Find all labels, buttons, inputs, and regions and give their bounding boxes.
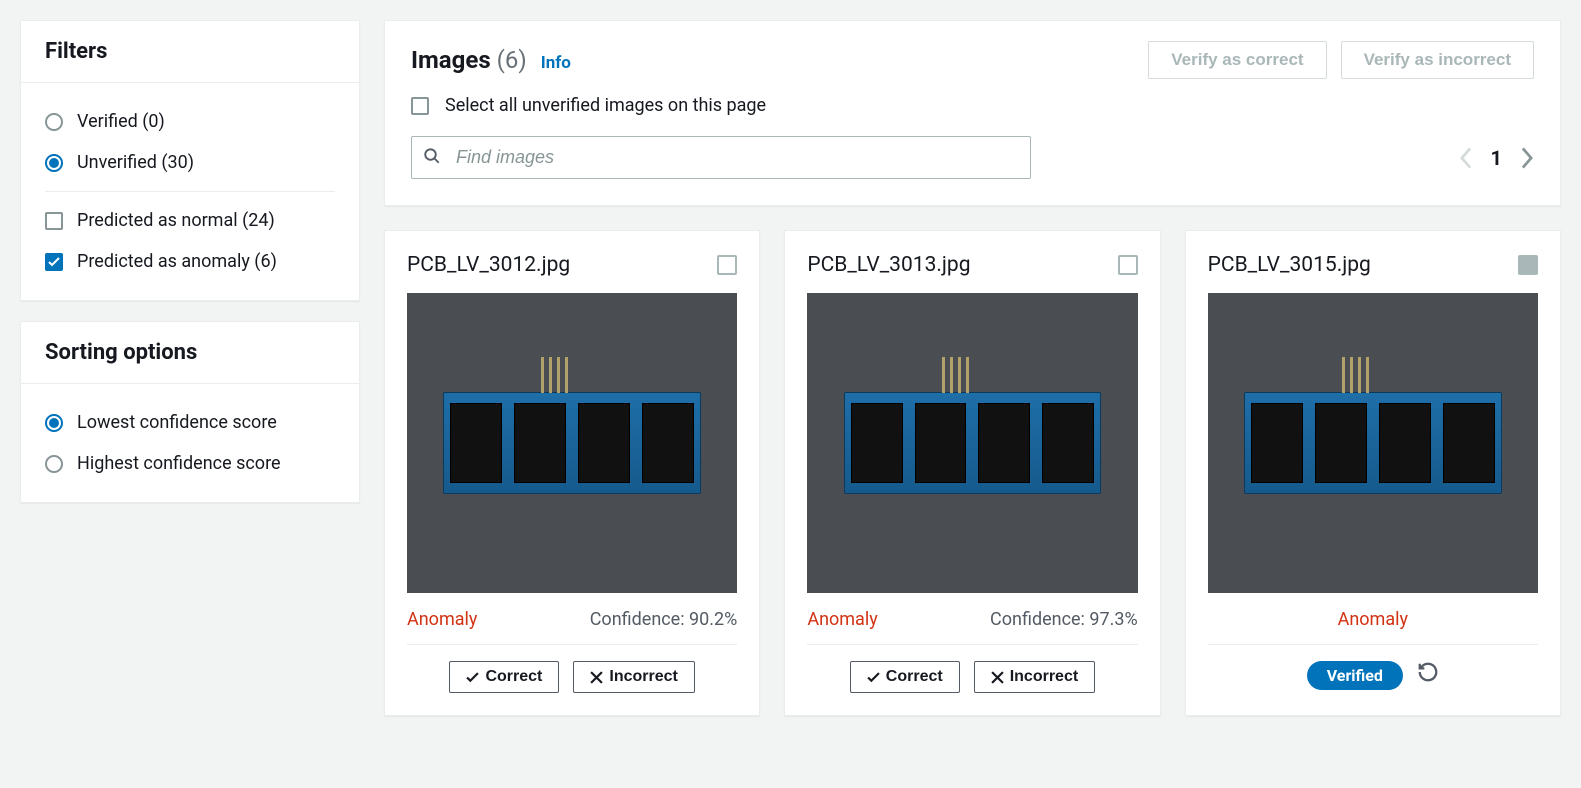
image-filename: PCB_LV_3015.jpg — [1208, 253, 1371, 277]
undo-button[interactable] — [1417, 661, 1439, 690]
filter-verified[interactable]: Verified (0) — [45, 101, 335, 142]
x-icon — [590, 671, 603, 684]
filter-predicted-anomaly[interactable]: Predicted as anomaly (6) — [45, 241, 335, 282]
sort-highest[interactable]: Highest confidence score — [45, 443, 335, 484]
pagination: 1 — [1459, 146, 1534, 170]
verify-incorrect-button[interactable]: Verify as incorrect — [1341, 41, 1534, 79]
sorting-title: Sorting options — [21, 322, 359, 384]
image-card: PCB_LV_3012.jpg Anomaly Confidence: 90.2… — [384, 230, 760, 716]
prev-page-button[interactable] — [1459, 147, 1473, 169]
image-select-checkbox-disabled — [1518, 255, 1538, 275]
verified-badge: Verified — [1307, 661, 1403, 690]
image-select-checkbox[interactable] — [717, 255, 737, 275]
mark-incorrect-button[interactable]: Incorrect — [573, 661, 694, 693]
image-cards: PCB_LV_3012.jpg Anomaly Confidence: 90.2… — [384, 230, 1561, 716]
radio-selected-icon — [45, 154, 63, 172]
mark-incorrect-label: Incorrect — [1010, 668, 1078, 686]
x-icon — [991, 671, 1004, 684]
filter-unverified-label: Unverified (30) — [77, 152, 194, 173]
filter-verified-label: Verified (0) — [77, 111, 165, 132]
radio-icon — [45, 113, 63, 131]
undo-icon — [1417, 661, 1439, 683]
image-filename: PCB_LV_3013.jpg — [807, 253, 970, 277]
checkbox-icon — [411, 97, 429, 115]
filters-panel: Filters Verified (0) Unverified (30) Pre… — [20, 20, 360, 301]
filter-predicted-normal[interactable]: Predicted as normal (24) — [45, 200, 335, 241]
search-icon — [423, 147, 441, 169]
sort-lowest[interactable]: Lowest confidence score — [45, 402, 335, 443]
verify-correct-button[interactable]: Verify as correct — [1148, 41, 1326, 79]
image-thumbnail[interactable] — [407, 293, 737, 593]
images-title-text: Images — [411, 46, 491, 74]
search-input[interactable] — [411, 136, 1031, 179]
image-card: PCB_LV_3015.jpg Anomaly Verified — [1185, 230, 1561, 716]
check-icon — [867, 671, 880, 684]
select-all-label: Select all unverified images on this pag… — [445, 95, 766, 116]
radio-selected-icon — [45, 414, 63, 432]
select-all-row[interactable]: Select all unverified images on this pag… — [411, 95, 1534, 116]
sorting-panel: Sorting options Lowest confidence score … — [20, 321, 360, 503]
images-title: Images (6) Info — [411, 46, 571, 74]
image-card: PCB_LV_3013.jpg Anomaly Confidence: 97.3… — [784, 230, 1160, 716]
page-number: 1 — [1491, 146, 1502, 170]
mark-correct-button[interactable]: Correct — [850, 661, 960, 693]
filter-predicted-normal-label: Predicted as normal (24) — [77, 210, 275, 231]
check-icon — [466, 671, 479, 684]
image-filename: PCB_LV_3012.jpg — [407, 253, 570, 277]
image-confidence: Confidence: 97.3% — [990, 609, 1138, 630]
mark-incorrect-label: Incorrect — [609, 668, 677, 686]
mark-correct-label: Correct — [886, 668, 943, 686]
images-header-panel: Images (6) Info Verify as correct Verify… — [384, 20, 1561, 206]
info-link[interactable]: Info — [541, 53, 571, 73]
filters-title: Filters — [21, 21, 359, 83]
images-count: (6) — [497, 46, 527, 74]
sort-lowest-label: Lowest confidence score — [77, 412, 277, 433]
radio-icon — [45, 455, 63, 473]
checkbox-checked-icon — [45, 253, 63, 271]
image-thumbnail[interactable] — [1208, 293, 1538, 593]
checkbox-icon — [45, 212, 63, 230]
image-status: Anomaly — [407, 609, 477, 630]
divider — [45, 191, 335, 192]
sort-highest-label: Highest confidence score — [77, 453, 281, 474]
mark-correct-label: Correct — [485, 668, 542, 686]
next-page-button[interactable] — [1520, 147, 1534, 169]
image-status: Anomaly — [807, 609, 877, 630]
filter-unverified[interactable]: Unverified (30) — [45, 142, 335, 183]
image-select-checkbox[interactable] — [1118, 255, 1138, 275]
image-status: Anomaly — [1338, 609, 1408, 630]
filter-predicted-anomaly-label: Predicted as anomaly (6) — [77, 251, 277, 272]
image-thumbnail[interactable] — [807, 293, 1137, 593]
mark-incorrect-button[interactable]: Incorrect — [974, 661, 1095, 693]
mark-correct-button[interactable]: Correct — [449, 661, 559, 693]
image-confidence: Confidence: 90.2% — [590, 609, 738, 630]
